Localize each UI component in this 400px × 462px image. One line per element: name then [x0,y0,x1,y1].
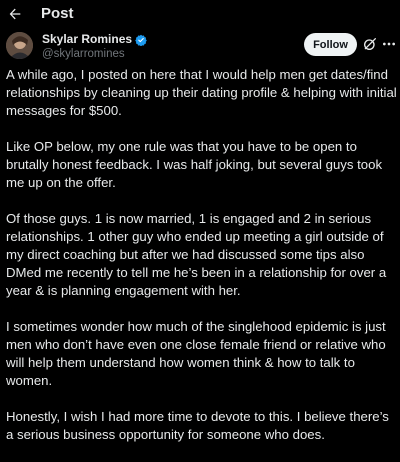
post-paragraph: A while ago, I posted on here that I wou… [6,67,397,118]
more-dots-icon [383,42,395,46]
post-paragraph: Honestly, I wish I had more time to devo… [6,409,389,442]
follow-button[interactable]: Follow [304,33,357,56]
grok-icon [364,38,376,50]
grok-button[interactable] [362,36,378,52]
author-name[interactable]: Skylar Romines [42,32,147,47]
post-paragraph: I sometimes wonder how much of the singl… [6,319,386,388]
back-button[interactable] [4,3,26,25]
author-name-block: Skylar Romines @skylarromines [42,32,147,61]
arrow-left-icon [9,8,21,20]
post-paragraph: Of those guys. 1 is now married, 1 is en… [6,211,387,298]
page-title: Post [41,5,74,22]
author-handle[interactable]: @skylarromines [42,47,147,61]
post-author: Skylar Romines @skylarromines Follow [0,30,400,64]
verified-badge-icon [135,34,147,46]
avatar-image [6,32,33,59]
more-button[interactable] [381,36,397,52]
author-display-name: Skylar Romines [42,32,133,46]
avatar[interactable] [6,32,33,59]
top-bar: Post [0,0,400,30]
post-text: A while ago, I posted on here that I wou… [6,66,398,462]
post-paragraph: Like OP below, my one rule was that you … [6,139,383,190]
